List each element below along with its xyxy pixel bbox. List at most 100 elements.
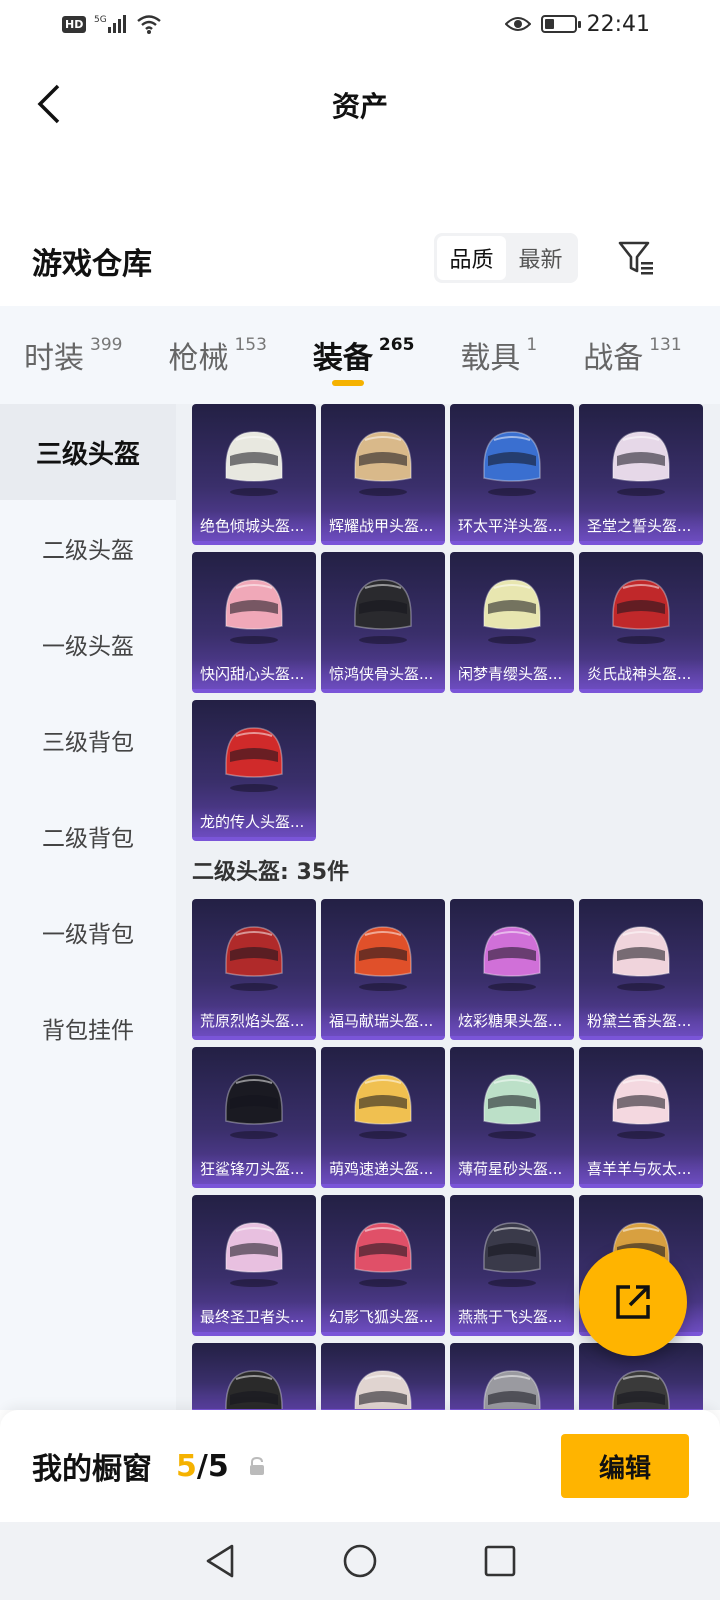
item-name: 幻影飞狐头盔... xyxy=(321,1302,445,1332)
helmet-icon xyxy=(216,422,292,498)
side-nav-item[interactable]: 二级背包 xyxy=(0,788,176,884)
tab-0[interactable]: 时装 399 xyxy=(24,306,122,404)
tab-count: 399 xyxy=(90,335,123,355)
item-card[interactable]: 惊鸿侠骨头盔... xyxy=(321,552,445,693)
side-nav-item[interactable]: 二级头盔 xyxy=(0,500,176,596)
category-tabs: 时装 399 枪械 153 装备 265 载具 1 战备 131 xyxy=(0,306,720,404)
eye-icon xyxy=(504,17,531,31)
item-card[interactable]: 福马献瑞头盔... xyxy=(321,899,445,1040)
back-button[interactable] xyxy=(28,80,68,128)
side-nav-item[interactable]: 三级背包 xyxy=(0,692,176,788)
tab-label: 装备 xyxy=(312,341,373,376)
item-card[interactable]: 喜羊羊与灰太... xyxy=(579,1047,703,1188)
tab-4[interactable]: 战备 131 xyxy=(583,306,681,404)
tab-3[interactable]: 载具 1 xyxy=(460,306,537,404)
helmet-icon xyxy=(474,1213,550,1289)
helmet-icon xyxy=(345,1065,421,1141)
hd-badge: HD xyxy=(62,15,87,33)
item-card[interactable]: 粉黛兰香头盔... xyxy=(579,899,703,1040)
item-card[interactable]: 炫彩糖果头盔... xyxy=(450,899,574,1040)
helmet-icon xyxy=(345,570,421,646)
item-name: 炫彩糖果头盔... xyxy=(450,1006,574,1036)
tab-label: 枪械 xyxy=(168,341,229,376)
item-name: 快闪甜心头盔... xyxy=(192,659,316,689)
warehouse-header: 游戏仓库 品质 最新 xyxy=(0,225,720,297)
item-card[interactable]: 辉耀战甲头盔... xyxy=(321,404,445,545)
item-name: 龙的传人头盔... xyxy=(192,807,316,837)
nav-home-button[interactable] xyxy=(340,1541,380,1581)
item-card[interactable]: 圣堂之誓头盔... xyxy=(579,404,703,545)
tab-count: 153 xyxy=(234,335,267,355)
item-name: 最终圣卫者头... xyxy=(192,1302,316,1332)
triangle-back-icon xyxy=(206,1544,234,1578)
sort-option-newest[interactable]: 最新 xyxy=(506,236,575,280)
helmet-icon xyxy=(603,570,679,646)
item-card[interactable] xyxy=(192,1343,316,1410)
helmet-icon xyxy=(603,1065,679,1141)
chevron-left-icon xyxy=(37,84,60,124)
filter-button[interactable] xyxy=(614,235,658,279)
item-card[interactable]: 燕燕于飞头盔... xyxy=(450,1195,574,1336)
warehouse-title: 游戏仓库 xyxy=(32,247,152,282)
header: 资产 xyxy=(0,60,720,150)
item-card[interactable] xyxy=(450,1343,574,1410)
item-card[interactable]: 闲梦青缨头盔... xyxy=(450,552,574,693)
showcase-separator: / xyxy=(196,1448,208,1484)
sort-toggle: 品质 最新 xyxy=(434,233,578,283)
wifi-icon xyxy=(137,15,162,34)
side-nav-item[interactable]: 三级头盔 xyxy=(0,404,176,500)
item-card[interactable] xyxy=(321,1343,445,1410)
tab-1[interactable]: 枪械 153 xyxy=(168,306,266,404)
item-name: 喜羊羊与灰太... xyxy=(579,1154,703,1184)
item-card[interactable]: 薄荷星砂头盔... xyxy=(450,1047,574,1188)
status-right: 22:41 xyxy=(504,12,650,37)
item-card[interactable]: 最终圣卫者头... xyxy=(192,1195,316,1336)
share-fab[interactable] xyxy=(579,1248,687,1356)
tab-count: 1 xyxy=(526,335,538,355)
side-nav-item[interactable]: 一级背包 xyxy=(0,884,176,980)
helmet-icon xyxy=(216,1213,292,1289)
item-name: 绝色倾城头盔... xyxy=(192,511,316,541)
helmet-icon xyxy=(474,1361,550,1409)
helmet-icon xyxy=(216,1361,292,1409)
helmet-icon xyxy=(345,422,421,498)
helmet-icon xyxy=(603,422,679,498)
item-card[interactable]: 狂鲨锋刃头盔... xyxy=(192,1047,316,1188)
tab-label: 战备 xyxy=(583,341,644,376)
side-nav-item[interactable]: 一级头盔 xyxy=(0,596,176,692)
item-card[interactable]: 环太平洋头盔... xyxy=(450,404,574,545)
helmet-icon xyxy=(345,1361,421,1409)
item-card[interactable]: 萌鸡速递头盔... xyxy=(321,1047,445,1188)
system-nav-bar xyxy=(0,1522,720,1600)
status-left: HD 5G xyxy=(62,13,162,35)
sort-option-quality[interactable]: 品质 xyxy=(437,236,506,280)
item-name: 粉黛兰香头盔... xyxy=(579,1006,703,1036)
item-name: 荒原烈焰头盔... xyxy=(192,1006,316,1036)
square-recents-icon xyxy=(484,1545,516,1577)
level3-grid: 绝色倾城头盔... 辉耀战甲头盔... 环太平洋头盔... 圣堂之誓头盔... 快闪甜心… xyxy=(176,404,720,841)
item-card[interactable]: 快闪甜心头盔... xyxy=(192,552,316,693)
item-card[interactable]: 炎氏战神头盔... xyxy=(579,552,703,693)
tab-2[interactable]: 装备 265 xyxy=(312,306,414,404)
showcase-count: 5/5 xyxy=(176,1449,229,1484)
edit-button[interactable]: 编辑 xyxy=(561,1434,689,1498)
section-label-level2: 二级头盔: 35件 xyxy=(192,860,350,885)
item-card[interactable]: 荒原烈焰头盔... xyxy=(192,899,316,1040)
tab-count: 131 xyxy=(649,335,682,355)
nav-back-button[interactable] xyxy=(200,1541,240,1581)
item-card[interactable]: 绝色倾城头盔... xyxy=(192,404,316,545)
nav-recents-button[interactable] xyxy=(480,1541,520,1581)
side-nav: 三级头盔 二级头盔 一级头盔 三级背包 二级背包 一级背包 背包挂件 xyxy=(0,404,176,1410)
helmet-icon xyxy=(345,1213,421,1289)
side-nav-item[interactable]: 背包挂件 xyxy=(0,980,176,1076)
item-card[interactable]: 龙的传人头盔... xyxy=(192,700,316,841)
helmet-icon xyxy=(345,917,421,993)
page-title: 资产 xyxy=(331,90,388,123)
network-label: 5G xyxy=(94,15,107,25)
item-name: 圣堂之誓头盔... xyxy=(579,511,703,541)
item-name: 闲梦青缨头盔... xyxy=(450,659,574,689)
helmet-icon xyxy=(603,1361,679,1409)
showcase-bar: 我的橱窗 5/5 编辑 xyxy=(0,1410,720,1522)
showcase-total: 5 xyxy=(207,1448,229,1484)
item-card[interactable]: 幻影飞狐头盔... xyxy=(321,1195,445,1336)
